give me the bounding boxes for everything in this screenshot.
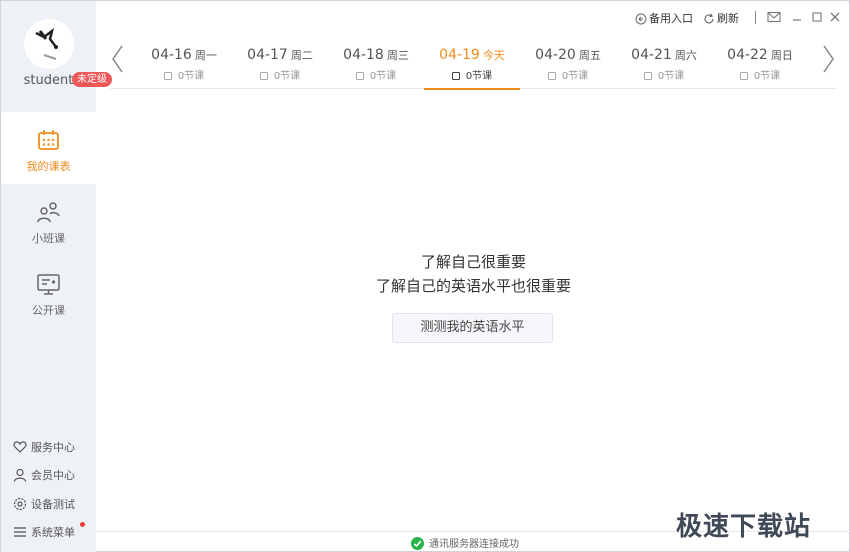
chevron-right-icon[interactable] bbox=[820, 43, 836, 75]
chevron-left-icon[interactable] bbox=[110, 43, 126, 75]
member-center-link[interactable]: 会员中心 bbox=[13, 466, 93, 484]
connection-status: 通讯服务器连接成功 bbox=[411, 535, 519, 550]
day-date: 04-19 bbox=[439, 47, 480, 63]
day-tab-0419-today[interactable]: 04-19 今天 0节课 bbox=[424, 33, 520, 90]
bottom-menu-label: 会员中心 bbox=[31, 469, 75, 482]
system-menu-link[interactable]: 系统菜单 bbox=[13, 522, 93, 541]
notification-dot bbox=[80, 522, 85, 527]
backup-icon bbox=[635, 13, 647, 25]
day-weekday: 今天 bbox=[482, 49, 505, 62]
day-weekday: 周三 bbox=[386, 49, 409, 62]
presentation-icon bbox=[37, 274, 60, 295]
check-circle-icon bbox=[411, 537, 424, 550]
sidebar-item-label: 公开课 bbox=[32, 304, 65, 317]
day-tab-0417[interactable]: 04-17 周二 0节课 bbox=[232, 33, 328, 89]
empty-message-line2: 了解自己的英语水平也很重要 bbox=[375, 277, 571, 295]
device-test-link[interactable]: 设备测试 bbox=[13, 495, 93, 513]
day-weekday: 周日 bbox=[770, 49, 793, 62]
service-center-link[interactable]: 服务中心 bbox=[13, 438, 93, 456]
bottom-menu-label: 服务中心 bbox=[31, 441, 75, 454]
day-date: 04-22 bbox=[727, 47, 768, 63]
day-tab-0418[interactable]: 04-18 周三 0节课 bbox=[328, 33, 424, 89]
lesson-count-icon bbox=[739, 72, 748, 80]
watermark: 极速下载站 bbox=[676, 512, 812, 542]
avatar-lamp-icon bbox=[35, 27, 58, 60]
app-window: 未定级 student 我的课表 小班课 公开课 服务中心 会员中心 设备测试 … bbox=[0, 0, 850, 552]
bottom-menu-label: 设备测试 bbox=[31, 498, 75, 511]
sidebar-item-label: 小班课 bbox=[32, 232, 65, 245]
sidebar-item-small-class[interactable]: 小班课 bbox=[1, 184, 96, 256]
day-date: 04-21 bbox=[631, 47, 672, 63]
mail-icon[interactable] bbox=[766, 9, 782, 25]
bottom-menu-label: 系统菜单 bbox=[31, 526, 75, 539]
heart-icon bbox=[13, 441, 27, 453]
username: student bbox=[23, 73, 74, 88]
user-icon bbox=[13, 468, 27, 482]
day-date: 04-16 bbox=[151, 47, 192, 63]
day-weekday: 周二 bbox=[290, 49, 313, 62]
day-weekday: 周一 bbox=[194, 49, 217, 62]
avatar[interactable]: 未定级 bbox=[24, 19, 112, 87]
day-weekday: 周五 bbox=[578, 49, 601, 62]
connection-status-text: 通讯服务器连接成功 bbox=[429, 539, 519, 550]
refresh-icon bbox=[704, 13, 714, 24]
menu-icon bbox=[14, 527, 26, 537]
sidebar-item-label: 我的课表 bbox=[26, 160, 71, 173]
day-weekday: 周六 bbox=[674, 49, 697, 62]
sidebar-item-open-class[interactable]: 公开课 bbox=[1, 256, 96, 328]
day-tab-0420[interactable]: 04-20 周五 0节课 bbox=[520, 33, 616, 89]
empty-message-line1: 了解自己很重要 bbox=[420, 253, 526, 271]
lesson-count-icon bbox=[259, 72, 268, 80]
day-lesson-count: 0节课 bbox=[369, 71, 397, 82]
day-lesson-count: 0节课 bbox=[561, 71, 589, 82]
day-tab-0416[interactable]: 04-16 周一 0节课 bbox=[136, 33, 232, 89]
lesson-count-icon bbox=[355, 72, 364, 80]
english-level-test-button[interactable]: 测测我的英语水平 bbox=[392, 313, 553, 343]
date-selector: 04-16 周一 0节课 04-17 周二 0节课 04-18 周三 0节课 04-1… bbox=[110, 33, 837, 90]
sidebar: 未定级 student 我的课表 小班课 公开课 服务中心 会员中心 设备测试 … bbox=[1, 1, 112, 552]
settings-icon bbox=[13, 497, 27, 511]
titlebar-divider bbox=[755, 11, 756, 24]
lesson-count-icon bbox=[547, 72, 556, 80]
refresh-label: 刷新 bbox=[717, 12, 739, 25]
day-date: 04-17 bbox=[247, 47, 288, 63]
titlebar: 备用入口 刷新 bbox=[609, 1, 849, 33]
day-lesson-count: 0节课 bbox=[753, 71, 781, 82]
close-icon[interactable] bbox=[827, 9, 843, 25]
day-lesson-count: 0节课 bbox=[657, 71, 685, 82]
day-tab-0422[interactable]: 04-22 周日 0节课 bbox=[712, 33, 808, 89]
day-date: 04-18 bbox=[343, 47, 384, 63]
day-lesson-count: 0节课 bbox=[177, 71, 205, 82]
active-day-underline bbox=[424, 88, 520, 90]
day-tab-0421[interactable]: 04-21 周六 0节课 bbox=[616, 33, 712, 89]
day-date: 04-20 bbox=[535, 47, 576, 63]
lesson-count-icon bbox=[451, 72, 460, 80]
refresh-link[interactable]: 刷新 bbox=[703, 10, 739, 26]
group-icon bbox=[37, 202, 60, 223]
lesson-count-icon bbox=[643, 72, 652, 80]
backup-entry-link[interactable]: 备用入口 bbox=[635, 10, 693, 26]
day-lesson-count: 0节课 bbox=[465, 71, 493, 82]
backup-entry-label: 备用入口 bbox=[649, 12, 693, 25]
sidebar-item-my-schedule[interactable]: 我的课表 bbox=[1, 112, 96, 184]
maximize-icon[interactable] bbox=[809, 9, 825, 25]
lesson-count-icon bbox=[163, 72, 172, 80]
day-lesson-count: 0节课 bbox=[273, 71, 301, 82]
minimize-icon[interactable] bbox=[789, 9, 805, 25]
calendar-icon bbox=[38, 130, 59, 150]
